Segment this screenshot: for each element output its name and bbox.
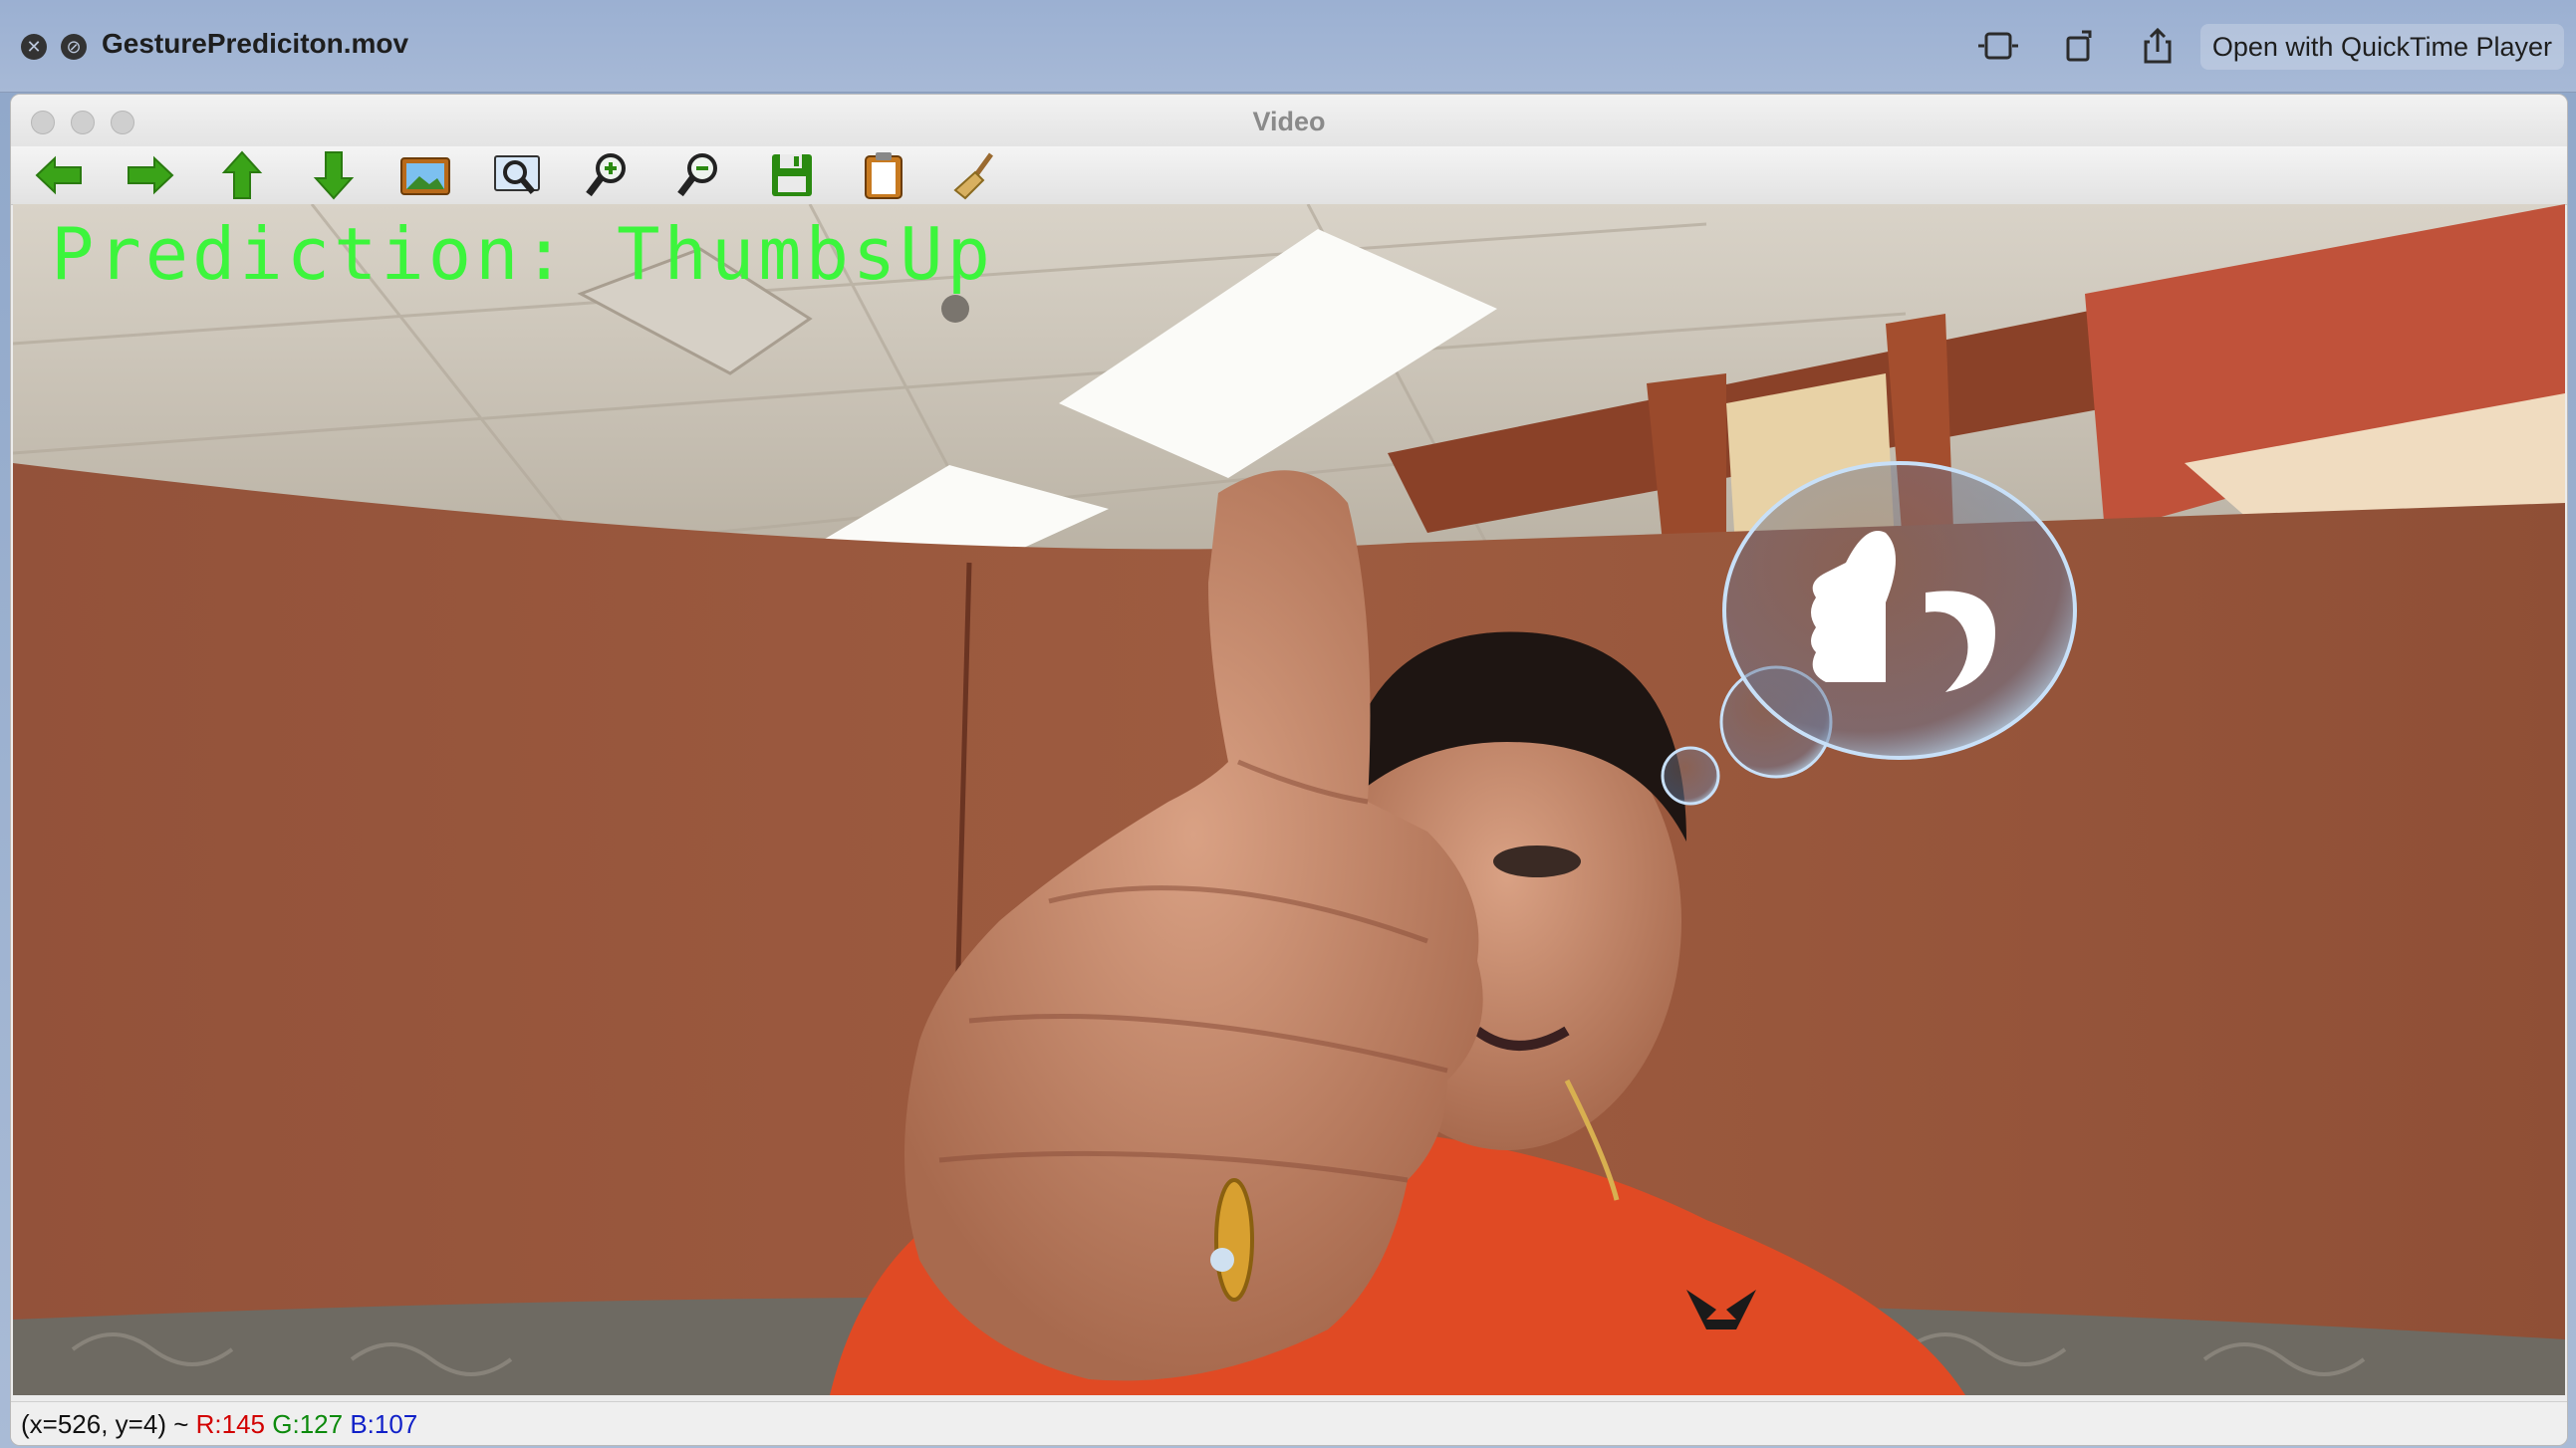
video-frame[interactable]: Prediction: ThumbsUp [13,204,2565,1395]
arrow-right-icon[interactable] [123,150,178,200]
window-title: Video [1252,107,1326,136]
video-image [13,204,2565,1395]
save-icon[interactable] [764,150,820,200]
prediction-label: Prediction: ThumbsUp [51,212,994,296]
rotate-icon[interactable] [2058,26,2102,66]
file-name: GesturePrediciton.mov [102,28,409,59]
video-window: Video Prediction: ThumbsUp (x=526, y=4) … [10,94,2568,1446]
markup-icon[interactable]: ⊘ [61,34,87,60]
red-value: R:145 [195,1409,266,1439]
zoom-out-icon[interactable] [672,150,728,200]
open-with-quicktime-button[interactable]: Open with QuickTime Player [2199,24,2564,70]
green-value: G:127 [272,1409,344,1439]
blue-value: B:107 [350,1409,418,1439]
close-icon[interactable]: ✕ [21,34,47,60]
zoom-fit-icon[interactable] [489,150,545,200]
clipboard-icon[interactable] [856,150,911,200]
window-titlebar: Video [11,95,2567,146]
arrow-left-icon[interactable] [31,150,87,200]
share-icon[interactable] [2136,26,2180,66]
arrow-down-icon[interactable] [306,150,362,200]
arrow-up-icon[interactable] [214,150,270,200]
toolbar [11,146,2567,205]
status-bar: (x=526, y=4) ~ R:145 G:127 B:107 [11,1401,2567,1445]
trim-icon[interactable] [1976,26,2020,66]
broom-icon[interactable] [947,150,1003,200]
zoom-in-icon[interactable] [581,150,637,200]
cursor-position: (x=526, y=4) ~ [21,1409,189,1439]
image-icon[interactable] [397,150,453,200]
quicklook-bar: ✕ ⊘ GesturePrediciton.mov Open with Quic… [0,0,2576,93]
